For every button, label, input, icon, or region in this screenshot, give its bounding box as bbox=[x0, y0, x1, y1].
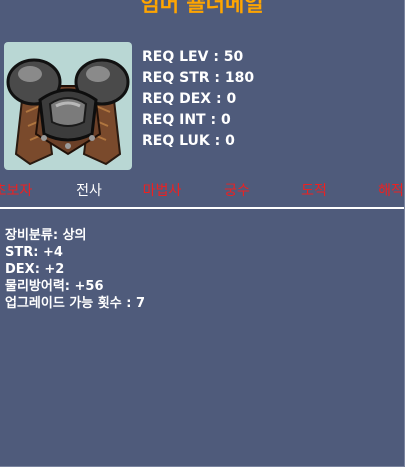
req-str: REQ STR : 180 bbox=[142, 70, 255, 86]
divider bbox=[0, 207, 404, 209]
requirements-list: REQ LEV : 50 REQ STR : 180 REQ DEX : 0 R… bbox=[142, 47, 254, 152]
stat-category: 장비분류: 상의 bbox=[5, 228, 87, 243]
stat-upgrade-slots: 업그레이드 가능 횟수 : 7 bbox=[5, 296, 145, 311]
req-int: REQ INT : 0 bbox=[142, 112, 231, 128]
item-stats-list: 장비분류: 상의 STR: +4 DEX: +2 물리방어력: +56 업그레이… bbox=[5, 227, 145, 312]
job-bowman: 궁수 bbox=[224, 183, 250, 199]
stat-dex: DEX: +2 bbox=[5, 262, 65, 277]
item-tooltip: 임머 숄더메일 REQ LEV : 50 REQ STR : 180 REQ D… bbox=[0, 0, 405, 467]
req-dex: REQ DEX : 0 bbox=[142, 91, 237, 107]
item-name: 임머 숄더메일 bbox=[140, 0, 264, 16]
req-level: REQ LEV : 50 bbox=[142, 49, 244, 65]
req-luk: REQ LUK : 0 bbox=[142, 133, 235, 149]
stat-str: STR: +4 bbox=[5, 245, 63, 260]
armor-shoulder-mail-icon bbox=[6, 58, 130, 166]
job-thief: 도적 bbox=[301, 183, 327, 199]
job-pirate: 해적 bbox=[378, 183, 404, 199]
job-beginner: 초보자 bbox=[0, 183, 33, 199]
job-restrictions: 초보자 전사 마법사 궁수 도적 해적 bbox=[0, 180, 404, 202]
stat-weapon-def: 물리방어력: +56 bbox=[5, 279, 104, 294]
job-magician: 마법사 bbox=[142, 183, 182, 199]
item-icon-frame bbox=[4, 42, 132, 170]
job-warrior: 전사 bbox=[76, 183, 102, 199]
